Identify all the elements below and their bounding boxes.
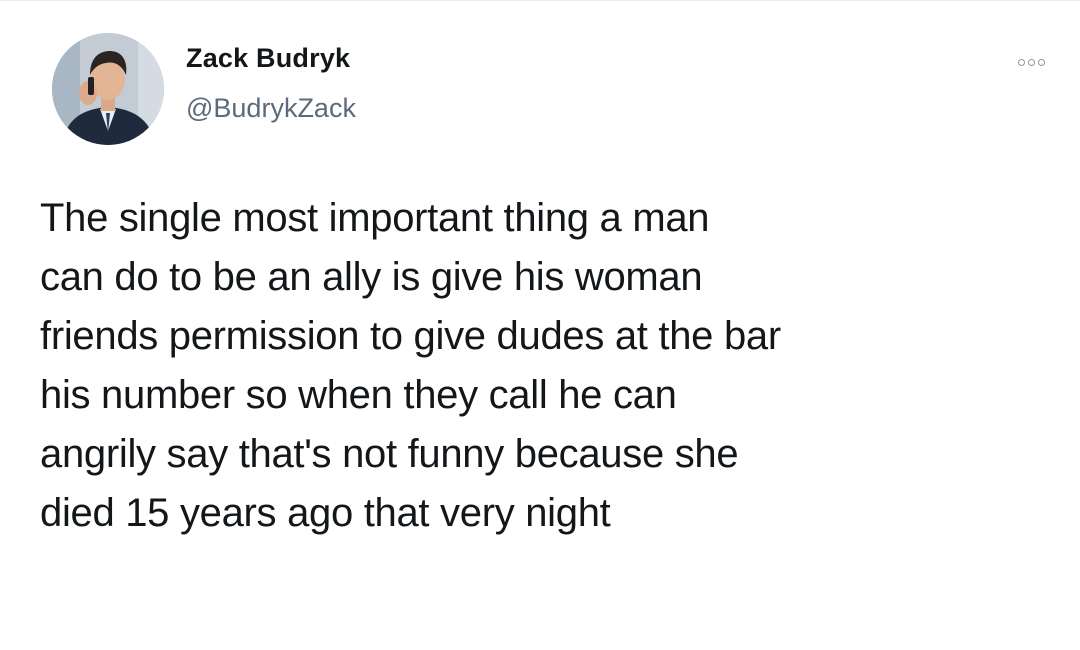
more-dot <box>1027 58 1035 66</box>
more-options-icon[interactable] <box>1014 53 1048 71</box>
profile-photo-icon <box>52 33 164 145</box>
author-display-name[interactable]: Zack Budryk <box>186 43 350 74</box>
tweet-line: died 15 years ago that very night <box>40 491 611 535</box>
author-handle[interactable]: @BudrykZack <box>186 93 356 124</box>
tweet-card: Zack Budryk @BudrykZack The single most … <box>0 0 1080 650</box>
tweet-body: The single most important thing a man ca… <box>40 189 1050 543</box>
tweet-line: his number so when they call he can <box>40 373 677 417</box>
tweet-line: friends permission to give dudes at the … <box>40 314 781 358</box>
more-dot <box>1037 58 1045 66</box>
tweet-line: angrily say that's not funny because she <box>40 432 739 476</box>
tweet-line: can do to be an ally is give his woman <box>40 255 703 299</box>
author-avatar[interactable] <box>52 33 164 145</box>
more-dot <box>1017 58 1025 66</box>
tweet-line: The single most important thing a man <box>40 196 710 240</box>
